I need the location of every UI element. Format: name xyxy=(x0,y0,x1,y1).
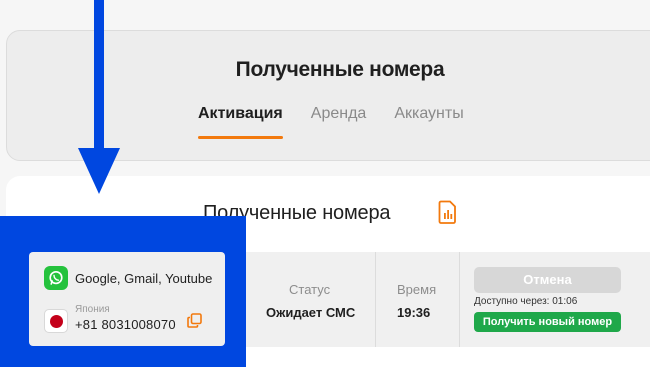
service-names: Google, Gmail, Youtube xyxy=(75,271,213,286)
time-label: Время xyxy=(397,282,437,297)
tab-rent[interactable]: Аренда xyxy=(311,105,367,139)
country-code: +81 xyxy=(75,317,98,332)
page-title: Полученные номера xyxy=(235,58,445,81)
divider xyxy=(459,252,460,347)
availability-text: Доступно через: 01:06 xyxy=(474,296,578,307)
time-value: 19:36 xyxy=(397,305,431,320)
whatsapp-icon xyxy=(44,266,68,290)
report-icon[interactable] xyxy=(438,200,458,224)
cancel-button[interactable]: Отмена xyxy=(474,267,621,293)
get-new-number-button[interactable]: Получить новый номер xyxy=(474,312,621,332)
phone-number: +81 8031008070 xyxy=(75,317,176,332)
phone-digits: 8031008070 xyxy=(101,317,176,332)
tab-accounts[interactable]: Аккаунты xyxy=(394,105,463,139)
tab-activation[interactable]: Активация xyxy=(198,105,283,139)
divider xyxy=(375,252,376,347)
arrow-down-icon xyxy=(78,0,120,194)
tabs: Активация Аренда Аккаунты xyxy=(198,105,464,139)
status-label: Статус xyxy=(289,282,331,297)
country-name: Япония xyxy=(75,304,110,315)
japan-flag-icon xyxy=(44,309,68,333)
status-value: Ожидает СМС xyxy=(266,305,356,320)
copy-icon[interactable] xyxy=(187,313,202,328)
